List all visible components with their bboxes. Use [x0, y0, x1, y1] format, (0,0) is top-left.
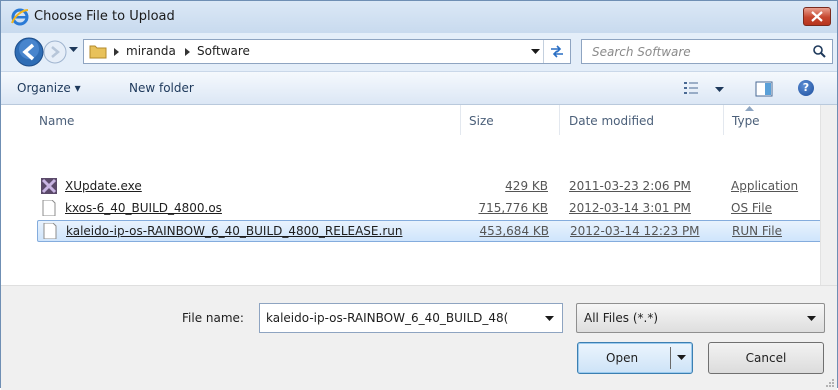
file-name-label: File name:	[182, 311, 244, 325]
file-row-kxos[interactable]: kxos-6_40_BUILD_4800.os 715,776 KB 2012-…	[37, 198, 823, 220]
file-name-value[interactable]: kaleido-ip-os-RAINBOW_6_40_BUILD_48(	[266, 311, 542, 325]
refresh-button[interactable]	[543, 40, 570, 63]
address-bar[interactable]: miranda Software	[83, 39, 571, 64]
internet-explorer-icon	[11, 8, 29, 26]
command-bar: Organize ▾ New folder ?	[1, 71, 837, 105]
column-header-name[interactable]: Name	[39, 105, 74, 135]
back-arrow-icon[interactable]	[13, 36, 45, 68]
blank-file-icon	[42, 200, 56, 216]
file-name: kxos-6_40_BUILD_4800.os	[65, 201, 222, 215]
vertical-scrollbar[interactable]	[820, 105, 837, 285]
open-button[interactable]: Open	[577, 342, 693, 374]
column-header-date-modified[interactable]: Date modified	[569, 105, 654, 135]
dialog-footer: File name: kaleido-ip-os-RAINBOW_6_40_BU…	[1, 285, 837, 390]
breadcrumb-separator-icon[interactable]	[185, 48, 190, 56]
close-button[interactable]	[803, 7, 831, 26]
change-view-icon[interactable]	[683, 81, 699, 95]
blank-file-icon	[43, 223, 57, 239]
file-size: 453,684 KB	[479, 224, 549, 238]
breadcrumb-software[interactable]: Software	[197, 44, 250, 58]
cancel-button[interactable]: Cancel	[708, 342, 824, 374]
file-name-combobox[interactable]: kaleido-ip-os-RAINBOW_6_40_BUILD_48(	[259, 303, 563, 333]
file-type: Application	[731, 179, 799, 193]
navigation-bar: miranda Software Search Software	[1, 33, 837, 71]
view-options-dropdown-icon[interactable]	[715, 87, 724, 93]
dialog-title: Choose File to Upload	[34, 9, 175, 24]
column-divider[interactable]	[723, 105, 724, 135]
close-icon	[811, 11, 823, 22]
search-placeholder: Search Software	[592, 45, 691, 59]
file-date: 2011-03-23 2:06 PM	[569, 179, 691, 193]
new-folder-button[interactable]: New folder	[129, 81, 194, 95]
forward-arrow-icon[interactable]	[43, 40, 67, 64]
cancel-button-label: Cancel	[745, 351, 787, 365]
search-box[interactable]: Search Software	[581, 39, 833, 64]
resize-grip-icon[interactable]	[825, 378, 835, 388]
sort-ascending-icon	[745, 106, 754, 111]
file-name-dropdown-icon[interactable]	[545, 316, 554, 322]
file-type-dropdown-icon[interactable]	[807, 316, 816, 322]
file-date: 2012-03-14 3:01 PM	[569, 201, 691, 215]
column-divider[interactable]	[460, 105, 461, 135]
file-upload-dialog: Choose File to Upload miranda Software S…	[0, 0, 838, 390]
breadcrumb-separator-icon[interactable]	[114, 48, 119, 56]
file-type: OS File	[731, 201, 772, 215]
column-divider[interactable]	[559, 105, 560, 135]
file-row-xupdate[interactable]: XUpdate.exe 429 KB 2011-03-23 2:06 PM Ap…	[37, 176, 823, 198]
file-size: 429 KB	[505, 179, 548, 193]
breadcrumb-miranda[interactable]: miranda	[126, 44, 176, 58]
file-type-value: All Files (*.*)	[584, 311, 659, 325]
organize-menu-button[interactable]: Organize ▾	[17, 81, 81, 95]
file-name: kaleido-ip-os-RAINBOW_6_40_BUILD_4800_RE…	[66, 224, 403, 238]
help-icon[interactable]: ?	[798, 80, 814, 96]
split-button-divider	[670, 347, 671, 369]
folder-icon	[89, 45, 107, 59]
address-dropdown-icon[interactable]	[531, 49, 540, 55]
xupdate-app-icon	[41, 178, 57, 194]
open-button-label: Open	[606, 351, 639, 365]
title-bar[interactable]: Choose File to Upload	[1, 1, 837, 33]
recent-pages-dropdown-icon[interactable]	[69, 47, 78, 53]
file-list: Name Size Date modified Type XUpdate.exe…	[1, 105, 837, 285]
column-header-size[interactable]: Size	[469, 105, 494, 135]
preview-pane-icon[interactable]	[755, 81, 773, 97]
refresh-icon	[551, 45, 563, 58]
file-size: 715,776 KB	[478, 201, 548, 215]
file-row-kaleido-selected[interactable]: kaleido-ip-os-RAINBOW_6_40_BUILD_4800_RE…	[37, 220, 823, 242]
open-options-dropdown-icon[interactable]	[677, 355, 686, 361]
file-name: XUpdate.exe	[65, 179, 142, 193]
file-type: RUN File	[732, 224, 782, 238]
file-type-select[interactable]: All Files (*.*)	[576, 303, 825, 333]
file-date: 2012-03-14 12:23 PM	[570, 224, 700, 238]
search-icon[interactable]	[813, 45, 826, 58]
